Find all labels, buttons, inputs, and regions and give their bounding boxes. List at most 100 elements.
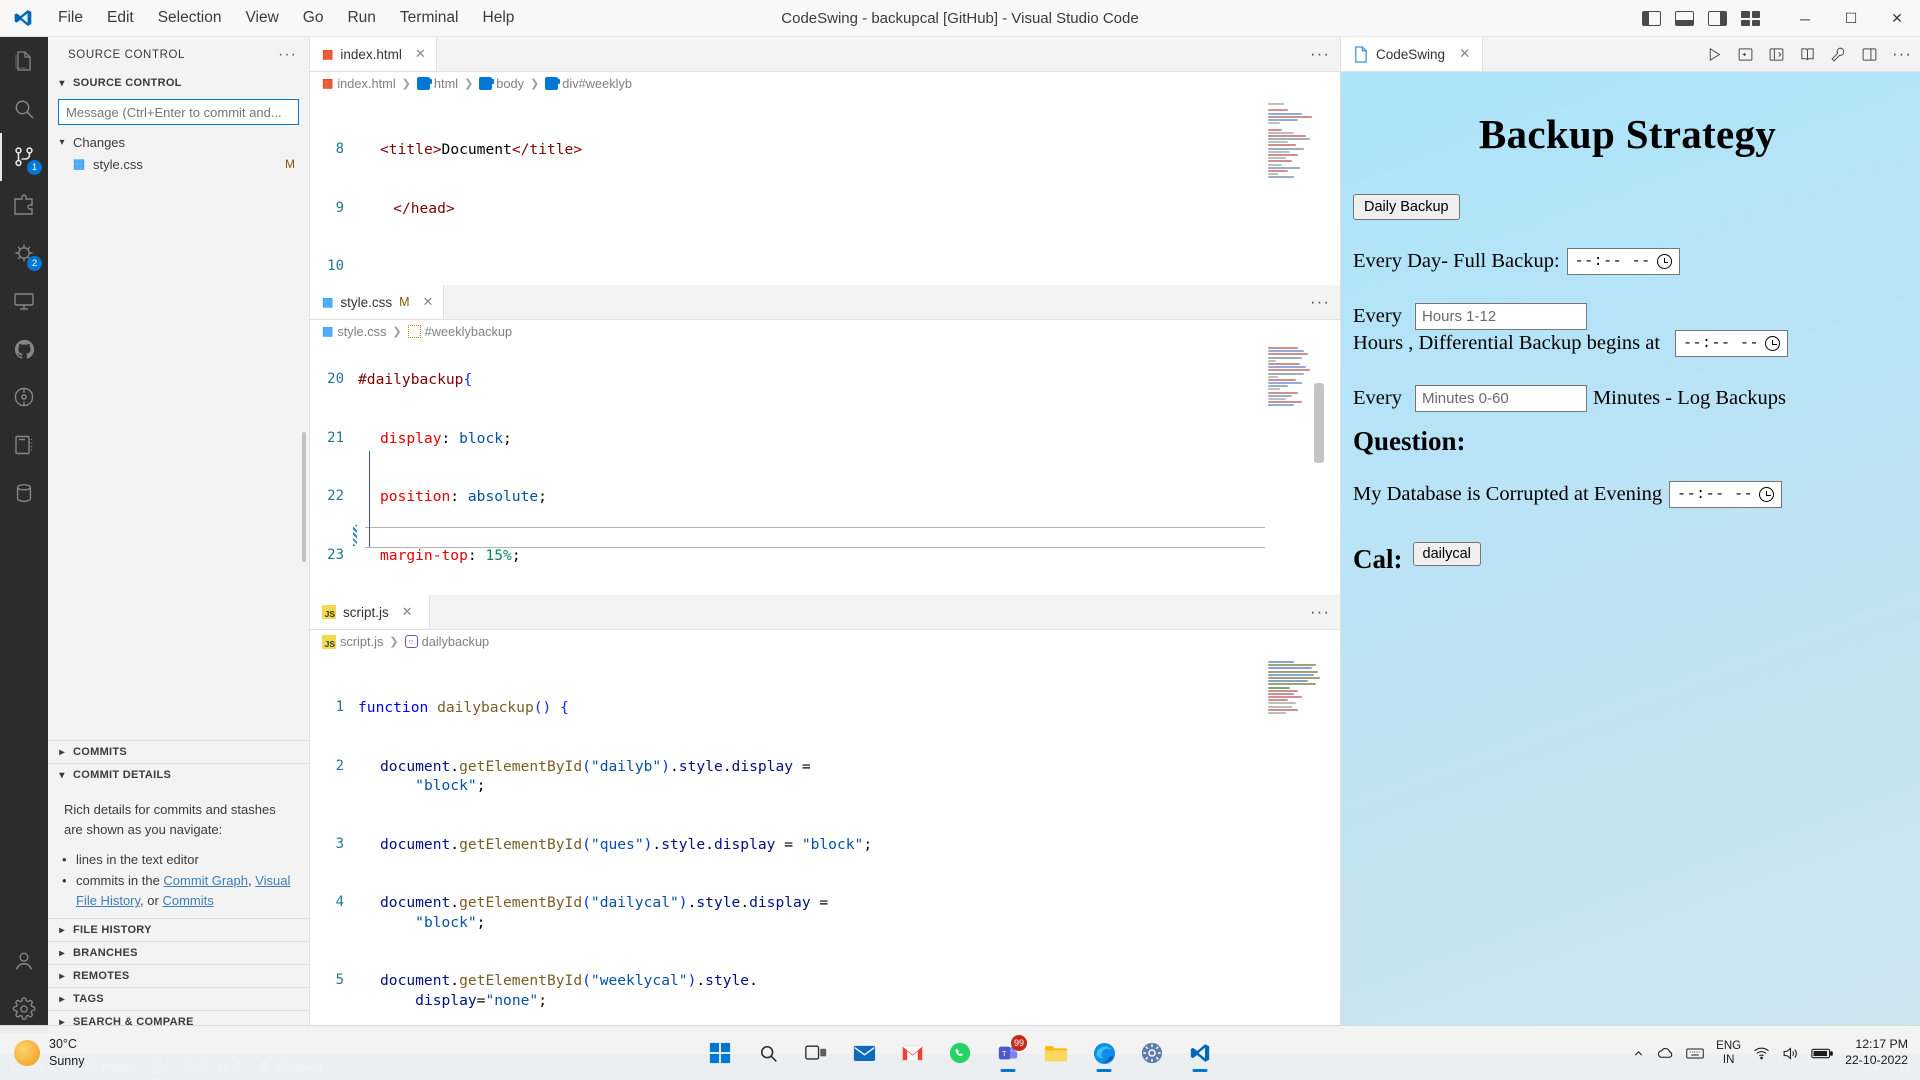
clock-icon[interactable] <box>1759 487 1775 502</box>
link-commit-graph[interactable]: Commit Graph <box>163 873 248 888</box>
split-editor-icon[interactable] <box>1768 46 1785 63</box>
sidebar-more-actions-icon[interactable]: ··· <box>278 46 297 64</box>
breadcrumb-html[interactable]: html <box>416 76 458 91</box>
menu-bar[interactable]: File Edit Selection View Go Run Terminal… <box>46 5 526 31</box>
close-icon[interactable]: ✕ <box>402 604 413 620</box>
edge-browser-app[interactable] <box>1083 1032 1125 1074</box>
tab-style-css[interactable]: ▩ style.css M ✕ <box>310 285 445 319</box>
activity-notebook[interactable] <box>0 421 48 469</box>
minutes-input[interactable]: Minutes 0-60 <box>1414 385 1587 412</box>
menu-file[interactable]: File <box>46 5 95 31</box>
menu-terminal[interactable]: Terminal <box>388 5 471 31</box>
open-preview-icon[interactable] <box>1737 46 1754 63</box>
section-commits[interactable]: ▸ COMMITS <box>48 740 309 763</box>
tab-script-js[interactable]: JS script.js ✕ <box>310 595 430 629</box>
toggle-primary-sidebar-icon[interactable] <box>1642 11 1661 26</box>
close-icon[interactable]: ✕ <box>423 294 434 310</box>
breadcrumb-file[interactable]: ▩ style.css <box>322 324 386 339</box>
tab-codeswing[interactable]: CodeSwing ✕ <box>1341 37 1484 71</box>
whatsapp-app[interactable] <box>939 1032 981 1074</box>
customize-layout-icon[interactable] <box>1741 11 1760 26</box>
vscode-app[interactable] <box>1179 1032 1221 1074</box>
activity-gitlens[interactable] <box>0 373 48 421</box>
activity-explorer[interactable] <box>0 37 48 85</box>
weather-widget[interactable]: 30°C Sunny <box>0 1036 230 1070</box>
editor-actions-more-icon[interactable]: ··· <box>1310 595 1330 629</box>
changed-file-row[interactable]: ▩ style.css M <box>48 153 309 175</box>
activity-github[interactable] <box>0 325 48 373</box>
menu-run[interactable]: Run <box>335 5 387 31</box>
start-button[interactable] <box>699 1032 741 1074</box>
mail-app[interactable] <box>843 1032 885 1074</box>
activity-accounts[interactable] <box>0 937 48 985</box>
close-button[interactable]: ✕ <box>1874 0 1920 37</box>
editor-actions-more-icon[interactable]: ··· <box>1310 37 1330 71</box>
close-icon[interactable]: ✕ <box>1459 46 1470 62</box>
activity-search[interactable] <box>0 85 48 133</box>
code-view-index-html[interactable]: 8<title>Document</title> 9 </head> 10 11… <box>310 95 1340 285</box>
clock-icon[interactable] <box>1765 336 1781 351</box>
breadcrumb-file[interactable]: JS script.js <box>322 634 383 649</box>
menu-view[interactable]: View <box>233 5 290 31</box>
toggle-secondary-sidebar-icon[interactable] <box>1708 11 1727 26</box>
breadcrumb-file[interactable]: ▩ index.html <box>322 76 396 91</box>
keyboard-icon[interactable] <box>1686 1047 1704 1060</box>
code-view-style-css[interactable]: 20 #dailybackup{ 21 display: block; 22 posi… <box>310 343 1340 595</box>
minimap-index-html[interactable] <box>1268 95 1326 285</box>
search-button[interactable] <box>747 1032 789 1074</box>
file-explorer-app[interactable] <box>1035 1032 1077 1074</box>
activity-database[interactable] <box>0 469 48 517</box>
breadcrumb-selector[interactable]: #weeklybackup <box>407 324 512 339</box>
code-view-script-js[interactable]: 1 function dailybackup() { 2 document.getE… <box>310 653 1340 1033</box>
section-tags[interactable]: ▸ TAGS <box>48 987 309 1010</box>
language-indicator[interactable]: ENG IN <box>1716 1039 1741 1068</box>
breadcrumb-function[interactable]: ○ dailybackup <box>404 634 489 649</box>
link-commits[interactable]: Commits <box>162 893 213 908</box>
wifi-icon[interactable] <box>1753 1046 1770 1060</box>
hours-input[interactable]: Hours 1-12 <box>1414 303 1587 330</box>
gmail-app[interactable] <box>891 1032 933 1074</box>
activity-source-control[interactable]: 1 <box>0 133 48 181</box>
layout-icon[interactable] <box>1861 46 1878 63</box>
maximize-button[interactable]: ☐ <box>1828 0 1874 37</box>
full-backup-time-input[interactable]: --:-- -- <box>1566 248 1680 275</box>
section-remotes[interactable]: ▸ REMOTES <box>48 964 309 987</box>
tab-index-html[interactable]: ▩ index.html ✕ <box>310 37 437 71</box>
volume-icon[interactable] <box>1782 1046 1799 1061</box>
book-icon[interactable] <box>1799 46 1816 63</box>
section-source-control[interactable]: ▾ SOURCE CONTROL <box>48 72 309 94</box>
activity-run-debug[interactable]: 2 <box>0 229 48 277</box>
breadcrumb-div[interactable]: div#weeklyb <box>545 76 632 91</box>
menu-help[interactable]: Help <box>471 5 527 31</box>
minimap-script-js[interactable] <box>1268 653 1326 1033</box>
menu-edit[interactable]: Edit <box>95 5 146 31</box>
wrench-icon[interactable] <box>1830 46 1847 63</box>
daily-backup-button[interactable]: Daily Backup <box>1353 194 1460 220</box>
menu-go[interactable]: Go <box>291 5 336 31</box>
teams-app[interactable]: T 99 <box>987 1032 1029 1074</box>
task-view-button[interactable] <box>795 1032 837 1074</box>
commit-message-input[interactable]: Message (Ctrl+Enter to commit and... <box>58 99 299 125</box>
breadcrumb-body[interactable]: body <box>479 76 524 91</box>
changes-group[interactable]: ▾ Changes <box>48 131 309 153</box>
battery-icon[interactable] <box>1811 1047 1833 1060</box>
close-icon[interactable]: ✕ <box>415 46 426 62</box>
minimap-style-css[interactable] <box>1268 343 1326 595</box>
more-actions-icon[interactable]: ··· <box>1892 44 1912 64</box>
section-file-history[interactable]: ▸ FILE HISTORY <box>48 918 309 941</box>
section-branches[interactable]: ▸ BRANCHES <box>48 941 309 964</box>
sidebar-scrollbar[interactable] <box>299 432 309 562</box>
question-time-input[interactable]: --:-- -- <box>1669 481 1783 508</box>
activity-remote-explorer[interactable] <box>0 277 48 325</box>
editor-actions-more-icon[interactable]: ··· <box>1310 285 1330 319</box>
minimize-button[interactable]: ─ <box>1782 0 1828 37</box>
section-commit-details[interactable]: ▾ COMMIT DETAILS <box>48 763 309 786</box>
run-icon[interactable] <box>1706 46 1723 63</box>
menu-selection[interactable]: Selection <box>146 5 234 31</box>
toggle-panel-icon[interactable] <box>1675 11 1694 26</box>
taskbar-clock[interactable]: 12:17 PM 22-10-2022 <box>1845 1037 1908 1069</box>
cloud-icon[interactable] <box>1657 1046 1674 1060</box>
dailycal-button[interactable]: dailycal <box>1412 541 1481 566</box>
clock-icon[interactable] <box>1656 254 1672 269</box>
activity-extensions[interactable] <box>0 181 48 229</box>
